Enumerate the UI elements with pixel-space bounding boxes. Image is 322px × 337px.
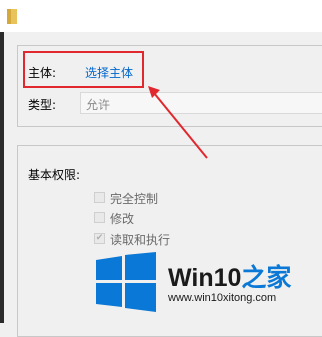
watermark: Win10之家 www.win10xitong.com [88, 248, 322, 323]
windows-logo-icon [96, 252, 156, 312]
watermark-title: Win10之家 [168, 258, 291, 294]
watermark-title-accent: 之家 [241, 264, 292, 292]
watermark-url: www.win10xitong.com [168, 292, 277, 304]
watermark-title-main: Win10 [168, 264, 242, 292]
